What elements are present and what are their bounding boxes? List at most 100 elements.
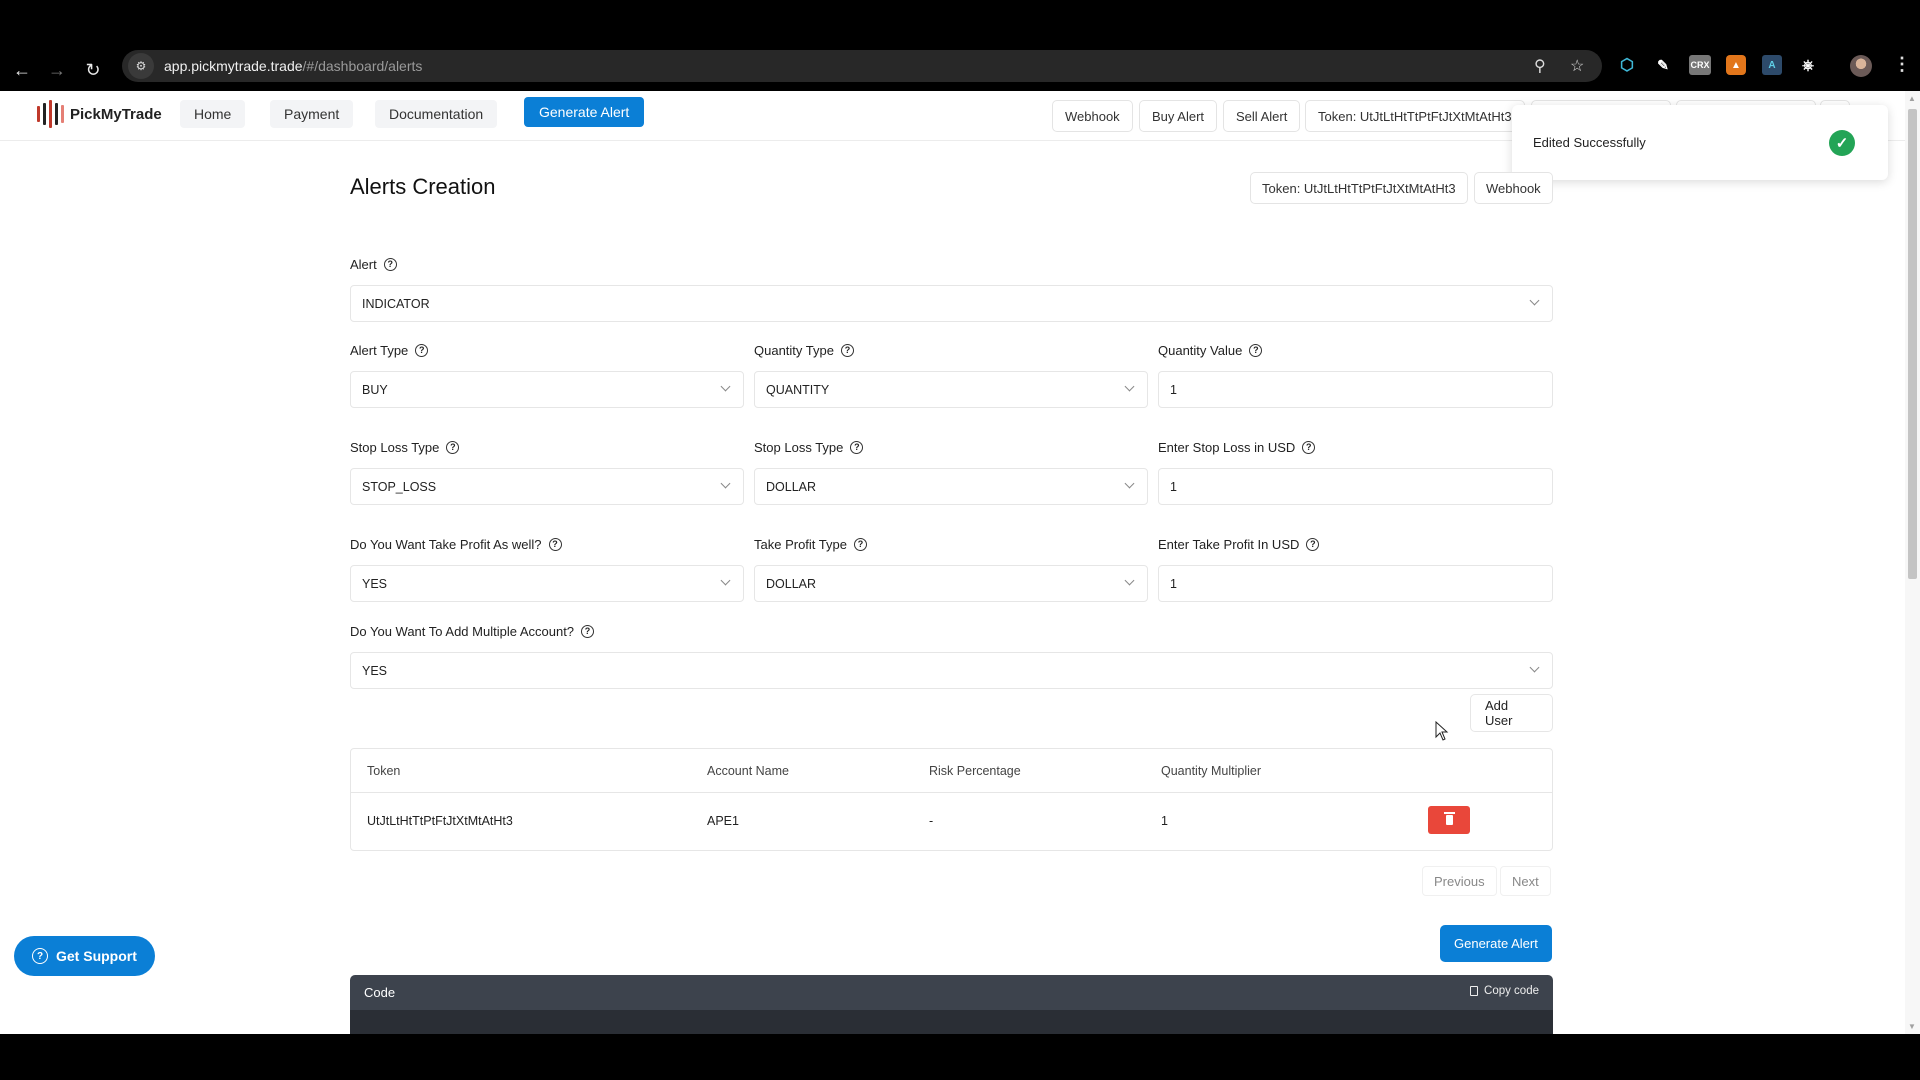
clipboard-icon xyxy=(1470,986,1479,996)
url-host: app.pickmytrade.trade xyxy=(164,58,303,74)
stop-loss-usd-input[interactable]: 1 xyxy=(1158,468,1553,505)
stop-loss-usd-value: 1 xyxy=(1170,479,1177,494)
puzzle-extension-icon[interactable]: ⎈ xyxy=(1798,55,1818,75)
help-icon[interactable]: ? xyxy=(850,440,864,454)
window-bottom-bar xyxy=(0,1034,1920,1080)
next-page-button[interactable]: Next xyxy=(1500,866,1551,896)
code-body xyxy=(350,1010,1553,1034)
header-risk-percentage: Risk Percentage xyxy=(929,764,1021,778)
take-profit-type-value: DOLLAR xyxy=(766,576,817,591)
row-quantity-multiplier: 1 xyxy=(1161,814,1168,828)
quantity-value-input[interactable]: 1 xyxy=(1158,371,1553,408)
stop-loss-usd-field: Enter Stop Loss in USD? 1 xyxy=(1158,438,1553,505)
alert-type-select[interactable]: BUY xyxy=(350,371,744,408)
nav-home[interactable]: Home xyxy=(180,100,246,128)
help-icon[interactable]: ? xyxy=(548,537,562,551)
code-panel: Code Copy code xyxy=(350,975,1553,1034)
chevron-down-icon xyxy=(1124,381,1135,392)
site-info-icon[interactable]: ⚙ xyxy=(128,53,154,79)
stop-loss-type-value: STOP_LOSS xyxy=(362,479,437,494)
back-icon[interactable]: ← xyxy=(9,57,35,83)
nav-payment[interactable]: Payment xyxy=(270,100,354,128)
stop-loss-usd-label: Enter Stop Loss in USD xyxy=(1158,439,1296,455)
broom-extension-icon[interactable]: ✎ xyxy=(1653,55,1673,75)
compass-extension-icon[interactable]: A xyxy=(1762,55,1782,75)
copy-code-button[interactable]: Copy code xyxy=(1470,985,1539,997)
help-icon[interactable]: ? xyxy=(1249,343,1263,357)
chevron-down-icon xyxy=(720,478,731,489)
take-profit-usd-label: Enter Take Profit In USD xyxy=(1158,536,1300,552)
profile-avatar[interactable] xyxy=(1850,55,1872,77)
help-icon[interactable]: ? xyxy=(1302,440,1316,454)
row-token: UtJtLtHtTtPtFtJtXtMtAtHt3 xyxy=(367,814,513,828)
row-risk-percentage: - xyxy=(929,814,934,828)
previous-page-button[interactable]: Previous xyxy=(1422,866,1497,896)
quantity-value: 1 xyxy=(1170,382,1177,397)
delete-row-button[interactable] xyxy=(1428,806,1470,834)
accounts-table: Token Account Name Risk Percentage Quant… xyxy=(350,748,1553,851)
take-profit-type-select[interactable]: DOLLAR xyxy=(754,565,1148,602)
row-account-name: APE1 xyxy=(707,814,739,828)
chevron-down-icon xyxy=(1124,575,1135,586)
stop-loss-unit-label: Stop Loss Type xyxy=(754,439,844,455)
zoom-icon[interactable]: ⚲ xyxy=(1534,56,1546,76)
nav-webhook-button[interactable]: Webhook xyxy=(1052,100,1133,132)
scroll-up-arrow-icon[interactable]: ▲ xyxy=(1908,94,1916,103)
nav-documentation[interactable]: Documentation xyxy=(375,100,498,128)
bookmark-star-icon[interactable]: ☆ xyxy=(1570,56,1584,76)
take-profit-label: Do You Want Take Profit As well? xyxy=(350,536,542,552)
take-profit-usd-field: Enter Take Profit In USD? 1 xyxy=(1158,535,1553,602)
logo[interactable]: PickMyTrade xyxy=(37,100,162,128)
take-profit-usd-input[interactable]: 1 xyxy=(1158,565,1553,602)
add-user-button[interactable]: Add User xyxy=(1470,694,1553,732)
success-toast: Edited Successfully ✓ xyxy=(1512,105,1888,180)
quantity-type-select[interactable]: QUANTITY xyxy=(754,371,1148,408)
address-bar[interactable]: ⚙ app.pickmytrade.trade/#/dashboard/aler… xyxy=(122,50,1602,82)
table-header: Token Account Name Risk Percentage Quant… xyxy=(351,749,1552,793)
help-icon[interactable]: ? xyxy=(415,343,429,357)
forward-icon[interactable]: → xyxy=(44,57,70,83)
get-support-button[interactable]: ? Get Support xyxy=(14,936,155,976)
nav-token-button[interactable]: Token: UtJtLtHtTtPtFtJtXtMtAtHt3 xyxy=(1305,100,1525,132)
scroll-down-arrow-icon[interactable]: ▼ xyxy=(1908,1022,1916,1031)
multiple-account-value: YES xyxy=(362,663,388,678)
browser-menu-icon[interactable]: ⋮ xyxy=(1893,54,1911,75)
help-icon[interactable]: ? xyxy=(383,257,397,271)
take-profit-type-field: Take Profit Type? DOLLAR xyxy=(754,535,1148,602)
help-icon[interactable]: ? xyxy=(581,624,595,638)
scroll-thumb[interactable] xyxy=(1908,109,1917,579)
header-account-name: Account Name xyxy=(707,764,789,778)
mouse-cursor-icon xyxy=(1435,721,1449,741)
reload-icon[interactable]: ↻ xyxy=(80,57,106,83)
take-profit-select[interactable]: YES xyxy=(350,565,744,602)
chevron-down-icon xyxy=(1124,478,1135,489)
toast-message: Edited Successfully xyxy=(1533,135,1646,150)
logo-icon xyxy=(37,100,64,128)
alert-select[interactable]: INDICATOR xyxy=(350,285,1553,322)
nav-buy-alert-button[interactable]: Buy Alert xyxy=(1139,100,1218,132)
token-button[interactable]: Token: UtJtLtHtTtPtFtJtXtMtAtHt3 xyxy=(1250,172,1468,204)
take-profit-type-label: Take Profit Type xyxy=(754,536,847,552)
help-icon[interactable]: ? xyxy=(853,537,867,551)
metamask-extension-icon[interactable]: ▲ xyxy=(1726,55,1746,75)
help-icon[interactable]: ? xyxy=(840,343,854,357)
stop-loss-type-select[interactable]: STOP_LOSS xyxy=(350,468,744,505)
help-icon[interactable]: ? xyxy=(446,440,460,454)
help-icon[interactable]: ? xyxy=(1306,537,1320,551)
page-viewport: PickMyTrade Home Payment Documentation G… xyxy=(0,91,1920,1034)
nav-sell-alert-button[interactable]: Sell Alert xyxy=(1223,100,1301,132)
generate-alert-button[interactable]: Generate Alert xyxy=(1440,925,1552,962)
url-text[interactable]: app.pickmytrade.trade/#/dashboard/alerts xyxy=(164,58,422,74)
quantity-type-value: QUANTITY xyxy=(766,382,830,397)
quantity-value-label: Quantity Value xyxy=(1158,342,1243,358)
page-scrollbar[interactable]: ▲ ▼ xyxy=(1905,91,1920,1034)
multiple-account-select[interactable]: YES xyxy=(350,652,1553,689)
stop-loss-unit-select[interactable]: DOLLAR xyxy=(754,468,1148,505)
webhook-button[interactable]: Webhook xyxy=(1474,172,1553,204)
code-header: Code Copy code xyxy=(350,975,1553,1010)
alert-label: Alert xyxy=(350,256,377,272)
nav-generate-alert-button[interactable]: Generate Alert xyxy=(524,97,645,127)
code-title: Code xyxy=(364,985,396,1000)
crx-extension-icon[interactable]: CRX xyxy=(1689,55,1711,75)
web-extension-icon[interactable]: ⬡ xyxy=(1617,55,1637,75)
